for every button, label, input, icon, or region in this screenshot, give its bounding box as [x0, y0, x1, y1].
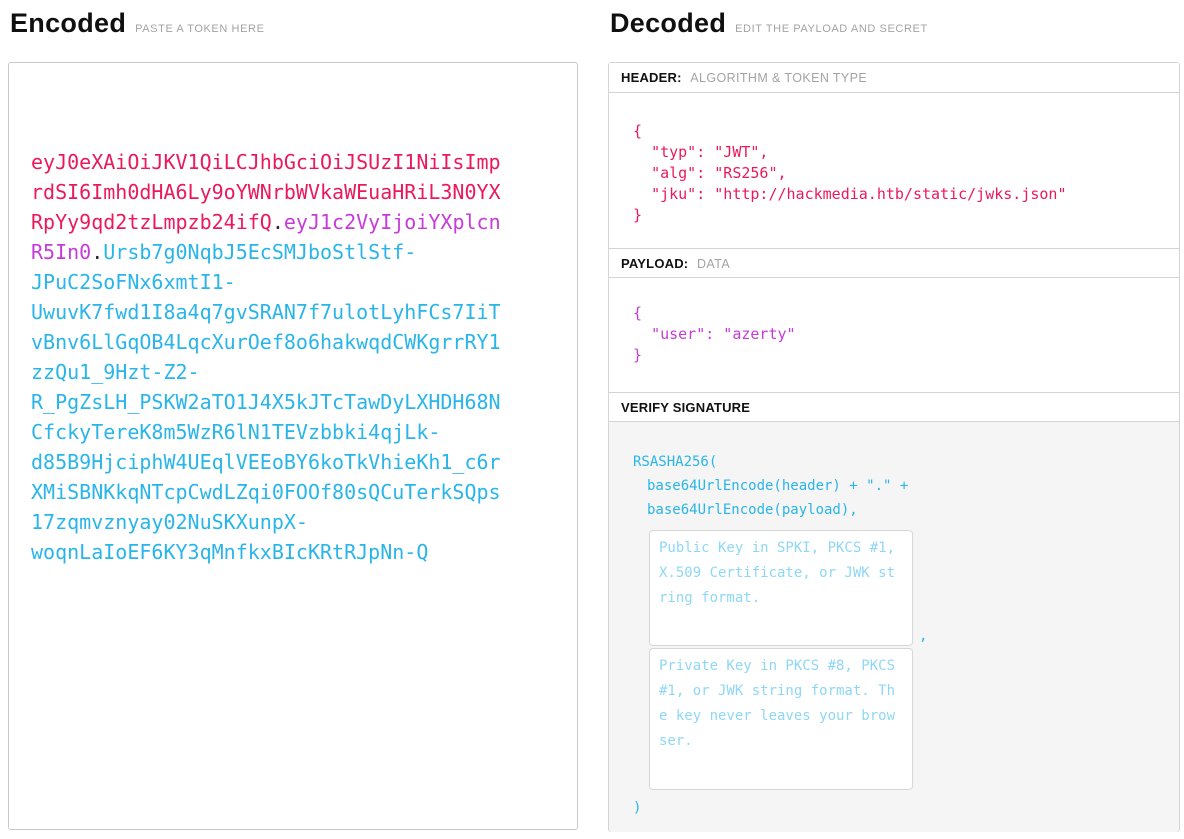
- decoded-title: Decoded: [610, 8, 726, 39]
- encoded-header: Encoded PASTE A TOKEN HERE: [10, 8, 265, 39]
- header-label-hint: ALGORITHM & TOKEN TYPE: [690, 71, 867, 85]
- decoded-panel: HEADER: ALGORITHM & TOKEN TYPE { "typ": …: [608, 62, 1180, 832]
- header-label: HEADER:: [621, 70, 682, 85]
- public-key-wrap: ,: [633, 530, 933, 646]
- decoded-subtitle: EDIT THE PAYLOAD AND SECRET: [735, 23, 928, 35]
- decoded-header-json[interactable]: { "typ": "JWT", "alg": "RS256", "jku": "…: [633, 121, 1155, 226]
- decoded-header: Decoded EDIT THE PAYLOAD AND SECRET: [610, 8, 928, 39]
- verify-signature-area: RSASHA256( base64UrlEncode(header) + "."…: [609, 422, 1179, 832]
- jwt-separator: .: [272, 210, 284, 234]
- public-key-input[interactable]: [649, 530, 913, 646]
- signature-algorithm-open: RSASHA256(: [633, 450, 1155, 474]
- jwt-token-input[interactable]: eyJ0eXAiOiJKV1QiLCJhbGciOiJSUzI1NiIsImpr…: [31, 87, 509, 597]
- payload-label: PAYLOAD:: [621, 256, 688, 271]
- verify-label: VERIFY SIGNATURE: [621, 400, 750, 415]
- signature-encode-payload-line: base64UrlEncode(payload),: [647, 498, 1155, 522]
- private-key-wrap: [633, 648, 933, 790]
- jwt-signature-part: Ursb7g0NqbJ5EcSMJboStlStf-JPuC2SoFNx6xmt…: [31, 240, 501, 564]
- header-section-label: HEADER: ALGORITHM & TOKEN TYPE: [609, 63, 1179, 93]
- payload-label-hint: DATA: [697, 257, 730, 271]
- decoded-payload-editor[interactable]: { "user": "azerty" }: [609, 278, 1179, 392]
- signature-encode-header-line: base64UrlEncode(header) + "." +: [647, 474, 1155, 498]
- decoded-payload-json[interactable]: { "user": "azerty" }: [633, 303, 1155, 366]
- encoded-token-box[interactable]: eyJ0eXAiOiJKV1QiLCJhbGciOiJSUzI1NiIsImpr…: [8, 62, 578, 830]
- signature-comma: ,: [919, 628, 927, 644]
- private-key-input[interactable]: [649, 648, 913, 790]
- verify-section-label: VERIFY SIGNATURE: [609, 392, 1179, 422]
- jwt-separator: .: [91, 240, 103, 264]
- payload-section-label: PAYLOAD: DATA: [609, 248, 1179, 278]
- encoded-title: Encoded: [10, 8, 126, 39]
- decoded-header-editor[interactable]: { "typ": "JWT", "alg": "RS256", "jku": "…: [609, 93, 1179, 248]
- signature-close-paren: ): [633, 796, 1155, 820]
- encoded-subtitle: PASTE A TOKEN HERE: [135, 23, 264, 35]
